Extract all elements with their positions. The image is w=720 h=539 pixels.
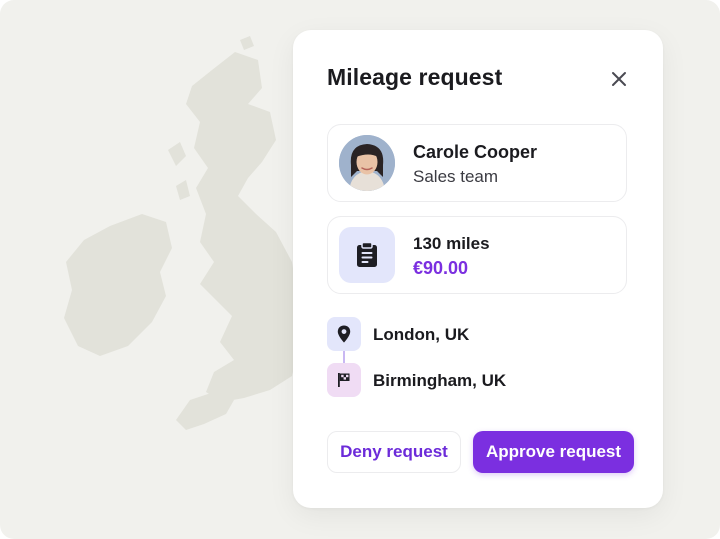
requester-name: Carole Cooper bbox=[413, 142, 538, 162]
approve-request-button[interactable]: Approve request bbox=[473, 431, 634, 473]
close-icon bbox=[612, 72, 626, 86]
destination-icon-box bbox=[327, 363, 361, 397]
destination-location: Birmingham, UK bbox=[373, 371, 507, 390]
avatar bbox=[339, 135, 395, 191]
requester-team: Sales team bbox=[413, 167, 499, 186]
finish-flag-icon bbox=[338, 373, 350, 387]
origin-location: London, UK bbox=[373, 325, 470, 344]
clipboard-icon-container bbox=[339, 227, 395, 283]
map-pin-icon bbox=[337, 325, 351, 343]
origin-icon-box bbox=[327, 317, 361, 351]
close-button[interactable] bbox=[606, 66, 632, 92]
trip-distance: 130 miles bbox=[413, 234, 490, 253]
mileage-request-dialog: Mileage request Carole Cooper Sales team bbox=[293, 30, 663, 508]
deny-request-button[interactable]: Deny request bbox=[327, 431, 461, 473]
clipboard-icon bbox=[357, 242, 377, 267]
route-connector bbox=[343, 351, 345, 363]
trip-amount: €90.00 bbox=[413, 258, 469, 278]
requester-card: Carole Cooper Sales team bbox=[327, 124, 627, 202]
trip-details-card: 130 miles €90.00 bbox=[327, 216, 627, 294]
dialog-title: Mileage request bbox=[327, 64, 503, 90]
